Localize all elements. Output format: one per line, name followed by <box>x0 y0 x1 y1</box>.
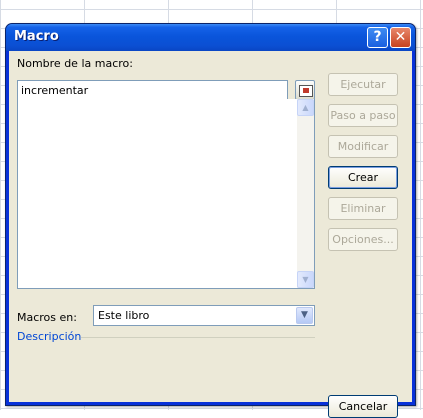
macros-in-select[interactable]: Este libro ▼ <box>93 305 315 326</box>
macros-in-value: Este libro <box>98 309 150 322</box>
description-label: Descripción <box>17 330 82 343</box>
close-button[interactable]: ✕ <box>390 27 411 48</box>
macro-dialog: Macro ? ✕ Nombre de la macro: incrementa… <box>5 23 416 418</box>
macro-list-scrollbar[interactable]: ▲ ▼ <box>297 99 314 288</box>
cancel-button[interactable]: Cancelar <box>328 395 398 418</box>
macro-name-label: Nombre de la macro: <box>17 57 133 70</box>
chevron-down-icon[interactable]: ▼ <box>296 307 313 324</box>
run-button[interactable]: Ejecutar <box>328 73 398 96</box>
create-button[interactable]: Crear <box>328 166 398 189</box>
collapse-dialog-icon <box>299 85 313 97</box>
edit-button[interactable]: Modificar <box>328 135 398 158</box>
dialog-client-area: Nombre de la macro: incrementar ▲ ▼ Ejec… <box>9 51 412 418</box>
scroll-up-arrow-icon[interactable]: ▲ <box>297 99 314 116</box>
options-button[interactable]: Opciones... <box>328 228 398 251</box>
scroll-down-arrow-icon[interactable]: ▼ <box>297 271 314 288</box>
step-into-button[interactable]: Paso a paso <box>328 104 398 127</box>
macro-name-value: incrementar <box>21 84 89 97</box>
help-button[interactable]: ? <box>367 27 388 48</box>
description-divider <box>81 337 315 338</box>
collapse-dialog-button[interactable] <box>295 80 315 100</box>
title-bar[interactable]: Macro ? ✕ <box>6 24 415 51</box>
dialog-title: Macro <box>14 29 59 44</box>
macro-name-input[interactable]: incrementar <box>17 80 288 100</box>
delete-button[interactable]: Eliminar <box>328 197 398 220</box>
macro-list[interactable]: ▲ ▼ <box>17 99 315 289</box>
macros-in-label: Macros en: <box>17 311 77 324</box>
